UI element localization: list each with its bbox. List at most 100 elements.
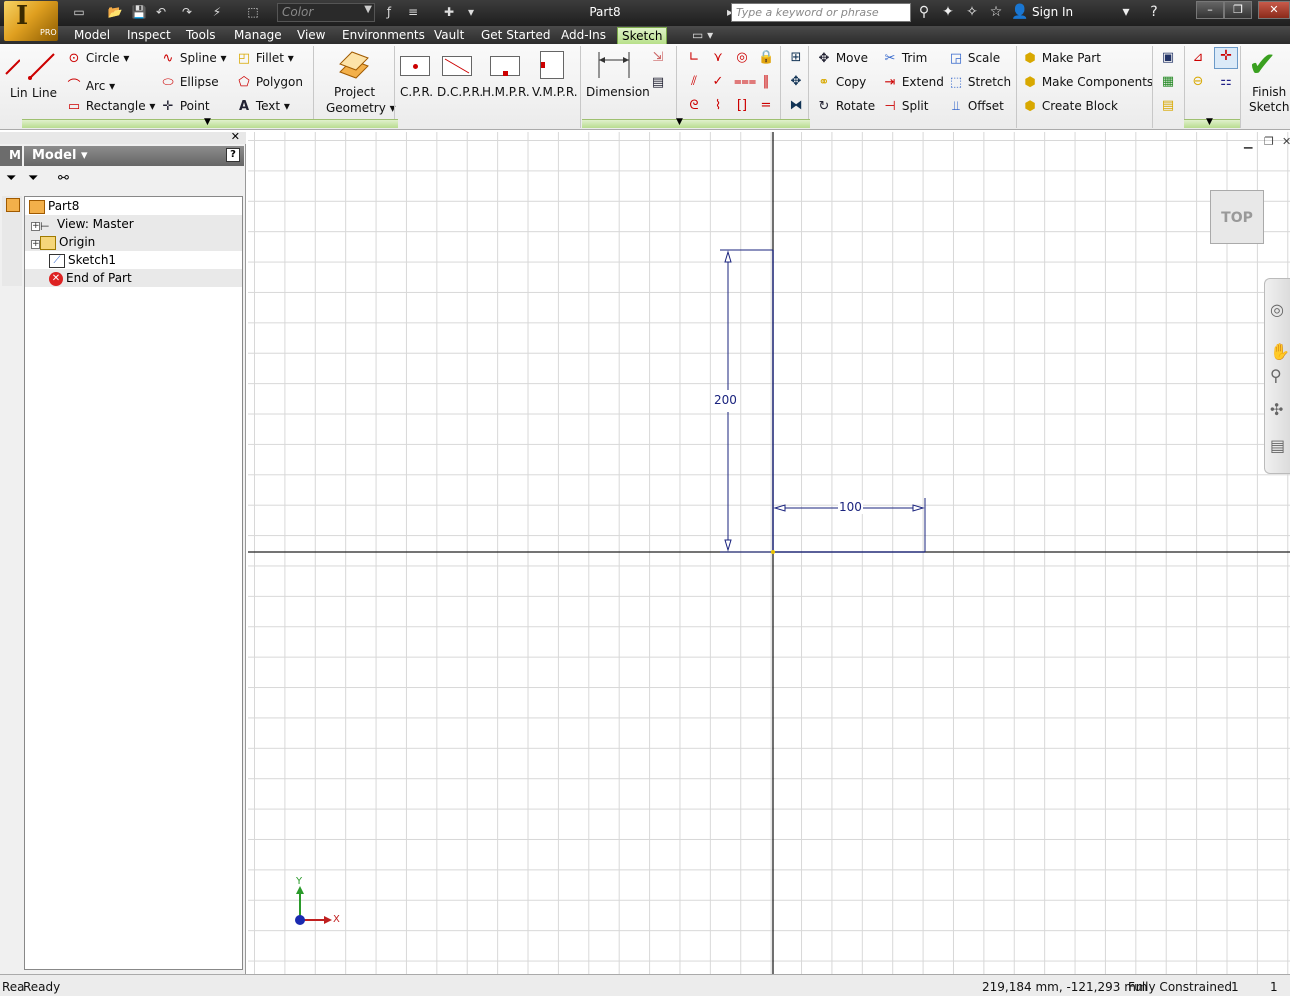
binoculars-icon[interactable]: ⚯ xyxy=(58,171,69,186)
restore-icon[interactable]: ❐ xyxy=(1264,135,1274,148)
equal-constraint-icon[interactable]: = xyxy=(758,98,774,113)
browser-side-tab[interactable]: M xyxy=(0,146,22,166)
binoculars-icon[interactable]: ⚲ xyxy=(914,4,934,20)
open-icon[interactable]: 📂 xyxy=(106,4,124,20)
maximize-button[interactable]: ❐ xyxy=(1224,1,1252,19)
point-button[interactable]: ✛ Point xyxy=(160,99,210,114)
rectangle-button[interactable]: ▭ Rectangle ▾ xyxy=(66,99,156,114)
coincident-constraint-icon[interactable]: ∟ xyxy=(686,50,702,65)
tab-add-ins[interactable]: Add-Ins xyxy=(557,27,610,44)
close-button[interactable]: ✕ xyxy=(1258,1,1290,19)
color-select[interactable]: Color ▼ xyxy=(277,3,375,22)
symmetric-constraint-icon[interactable]: [] xyxy=(734,98,750,113)
filter-options-icon[interactable]: ⏷ xyxy=(28,171,38,186)
pan-icon[interactable]: ✋ xyxy=(1270,342,1290,361)
browser-help-button[interactable]: ? xyxy=(226,148,240,162)
tab-view[interactable]: View xyxy=(293,27,329,44)
dimension-200-value[interactable]: 200 xyxy=(714,393,737,407)
close-icon[interactable]: ✕ xyxy=(231,130,240,143)
auto-dimension-icon[interactable]: ⇲ xyxy=(650,50,666,65)
collinear-constraint-icon[interactable]: ⋎ xyxy=(710,50,726,65)
chevron-down-icon[interactable]: ▾ xyxy=(1116,4,1136,20)
construction-icon[interactable]: ⊿ xyxy=(1190,50,1206,65)
save-icon[interactable]: 💾 xyxy=(130,4,148,20)
new-icon[interactable]: ▭ xyxy=(70,4,88,20)
tab-vault[interactable]: Vault xyxy=(430,27,468,44)
tab-manage[interactable]: Manage xyxy=(230,27,286,44)
tree-node-part8[interactable]: Part8 xyxy=(29,197,79,215)
insert-image-icon[interactable]: ▣ xyxy=(1160,50,1176,65)
update-icon[interactable]: ⚡ xyxy=(208,4,226,20)
tab-inspect[interactable]: Inspect xyxy=(123,27,175,44)
tangent-constraint-icon[interactable]: ᘓ xyxy=(686,98,702,113)
hmpr-button[interactable]: H.M.P.R. xyxy=(482,85,530,99)
make-components-button[interactable]: ⬢ Make Components xyxy=(1022,75,1153,90)
make-part-button[interactable]: ⬢ Make Part xyxy=(1022,51,1101,66)
dcpr-button[interactable]: D.C.P.R. xyxy=(437,85,483,99)
format-panel-footer[interactable]: ▼ xyxy=(1184,117,1240,128)
tab-sketch[interactable]: Sketch xyxy=(617,27,668,44)
expand-icon[interactable]: + xyxy=(31,240,40,249)
concentric-constraint-icon[interactable]: ◎ xyxy=(734,50,750,65)
line-weight-icon[interactable]: ≡ xyxy=(404,4,422,20)
center-point-icon[interactable]: ✛ xyxy=(1214,47,1238,69)
redo-icon[interactable]: ↷ xyxy=(178,4,196,20)
help-icon[interactable]: ? xyxy=(1144,4,1164,20)
driven-dimension-icon[interactable]: ⊖ xyxy=(1190,74,1206,89)
subscription-icon[interactable]: ✧ xyxy=(962,4,982,20)
vertical-constraint-icon[interactable]: ‖ xyxy=(758,74,774,89)
graphics-window[interactable]: 200 100 Y X ▁ ❐ ✕ xyxy=(248,132,1290,974)
browser-header[interactable]: Model ▾ xyxy=(24,146,244,166)
minimize-icon[interactable]: ▁ xyxy=(1244,136,1252,149)
snap-icon[interactable]: ✚ xyxy=(440,4,458,20)
tree-node-end-of-part[interactable]: ✕ End of Part xyxy=(25,269,242,287)
extend-button[interactable]: ⇥ Extend xyxy=(882,75,944,90)
move-button[interactable]: ✥ Move xyxy=(816,51,868,66)
smooth-constraint-icon[interactable]: ⌇ xyxy=(710,98,726,113)
tab-model[interactable]: Model xyxy=(70,27,114,44)
ribbon-options-icon[interactable]: ▭ ▾ xyxy=(688,27,717,44)
show-format-icon[interactable]: ⚏ xyxy=(1218,74,1234,89)
acad-icon[interactable]: ▤ xyxy=(1160,98,1176,113)
rectangular-pattern-icon[interactable]: ⊞ xyxy=(788,50,804,65)
close-icon[interactable]: ✕ xyxy=(1282,135,1290,148)
cpr-button[interactable]: C.P.R. xyxy=(400,85,433,99)
text-button[interactable]: A Text ▾ xyxy=(236,99,290,114)
look-at-icon[interactable]: ▤ xyxy=(1270,436,1285,455)
tree-node-view-master[interactable]: +⊢ View: Master xyxy=(25,215,242,233)
arc-button[interactable]: ⌒ Arc ▾ xyxy=(66,75,115,94)
draw-panel-footer[interactable]: ▼ xyxy=(22,117,398,128)
customize-icon[interactable]: ▾ xyxy=(462,4,480,20)
offset-button[interactable]: ⫫ Offset xyxy=(948,99,1004,114)
filter-icon[interactable]: ⏷ xyxy=(6,171,16,186)
create-block-button[interactable]: ⬢ Create Block xyxy=(1022,99,1118,114)
scale-button[interactable]: ◲ Scale xyxy=(948,51,1000,66)
tree-node-sketch1[interactable]: ⟋ Sketch1 xyxy=(25,251,242,269)
rotate-button[interactable]: ↻ Rotate xyxy=(816,99,876,114)
copy-button[interactable]: ⚭ Copy xyxy=(816,75,867,90)
circular-pattern-icon[interactable]: ✥ xyxy=(788,74,804,89)
dimension-100-value[interactable]: 100 xyxy=(838,500,863,514)
perpendicular-constraint-icon[interactable]: ✓ xyxy=(710,74,726,89)
horizontal-constraint-icon[interactable]: ⩶ xyxy=(734,74,756,89)
show-constraints-icon[interactable]: ▤ xyxy=(650,75,666,90)
polygon-button[interactable]: ⬠ Polygon xyxy=(236,75,303,90)
sign-in-button[interactable]: Sign In xyxy=(1032,5,1073,19)
undo-icon[interactable]: ↶ xyxy=(152,4,170,20)
project-geometry-button[interactable]: Project xyxy=(334,85,375,99)
orbit-icon[interactable]: ✣ xyxy=(1270,400,1283,419)
insert-points-icon[interactable]: ▦ xyxy=(1160,74,1176,89)
stretch-button[interactable]: ⬚ Stretch xyxy=(948,75,1011,90)
spline-button[interactable]: ∿ Spline ▾ xyxy=(160,51,227,66)
tab-environments[interactable]: Environments xyxy=(338,27,429,44)
steering-wheel-icon[interactable]: ◎ xyxy=(1270,300,1284,319)
mirror-icon[interactable]: ⧓ xyxy=(788,98,804,113)
parallel-constraint-icon[interactable]: ⫽ xyxy=(686,74,702,89)
minimize-button[interactable]: – xyxy=(1196,1,1224,19)
vmpr-button[interactable]: V.M.P.R. xyxy=(532,85,578,99)
tree-node-origin[interactable]: + Origin xyxy=(25,233,242,251)
tools-icon[interactable]: ✦ xyxy=(938,4,958,20)
tab-tools[interactable]: Tools xyxy=(182,27,220,44)
star-icon[interactable]: ☆ xyxy=(986,4,1006,20)
trim-button[interactable]: ✂ Trim xyxy=(882,51,928,66)
